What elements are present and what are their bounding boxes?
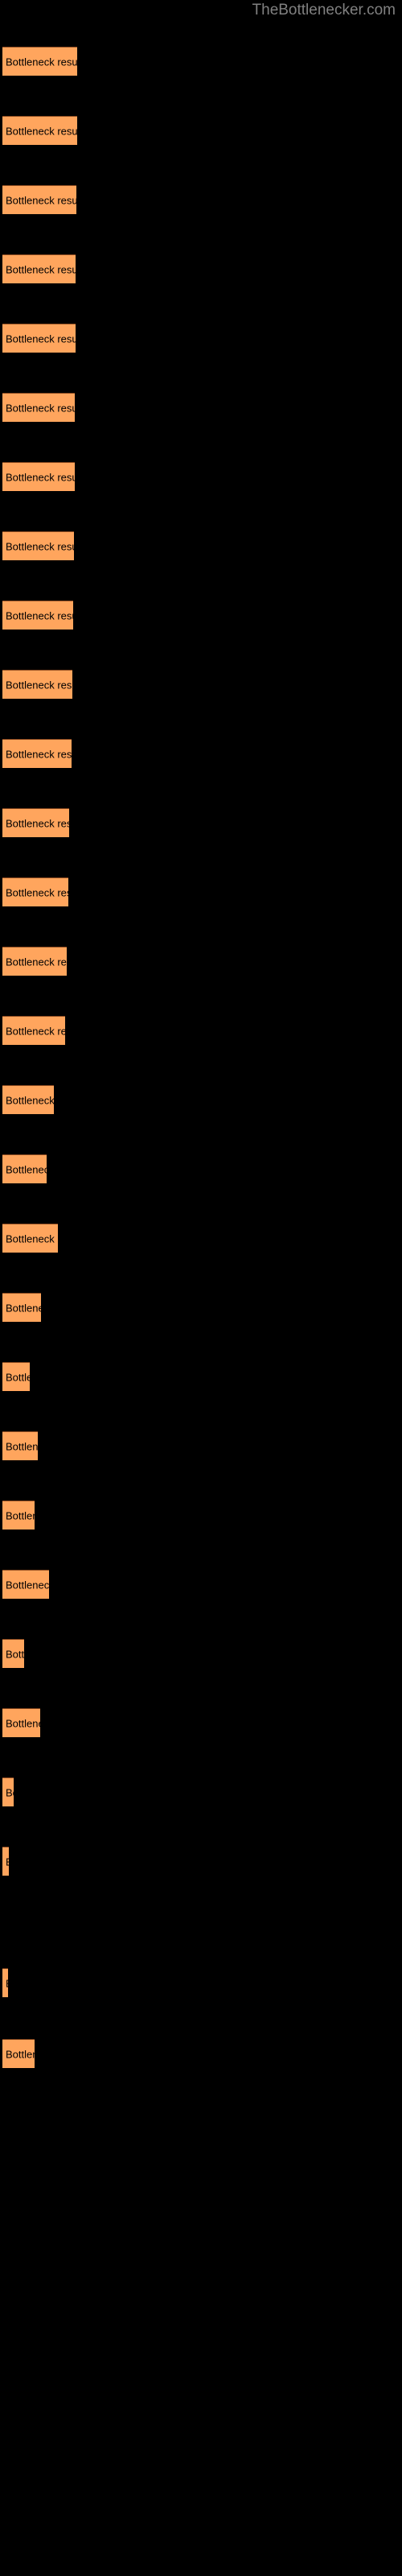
bar-item[interactable]: Bottleneck result: [2, 670, 72, 699]
bar-item[interactable]: Bottleneck result: [2, 324, 76, 353]
bar-label: Bottleneck result: [6, 1163, 47, 1175]
bar-label: Bottleneck result: [6, 679, 72, 691]
bar-label: Bottleneck result: [6, 817, 69, 829]
bar-label: Bottleneck result: [6, 748, 72, 760]
bar-label: Bottleneck result: [6, 1856, 9, 1868]
bar-label: Bottleneck result: [6, 471, 75, 483]
bar-label: Bottleneck result: [6, 402, 75, 414]
bar-item[interactable]: Bottleneck result: [2, 1293, 41, 1322]
bar-label: Bottleneck result: [6, 1371, 30, 1383]
bar-item[interactable]: Bottleneck result: [2, 739, 72, 768]
bar-item[interactable]: Bottleneck result: [2, 393, 75, 422]
bar-label: Bottleneck result: [6, 1232, 58, 1245]
bar-label: Bottleneck result: [6, 263, 76, 275]
bar-item[interactable]: Bottleneck result: [2, 601, 73, 630]
bar-label: Bottleneck result: [6, 1786, 14, 1798]
bar-label: Bottleneck result: [6, 2048, 35, 2060]
bar-item[interactable]: Bottleneck result: [2, 531, 74, 560]
bar-item[interactable]: Bottleneck result: [2, 1431, 38, 1460]
bar-label: Bottleneck result: [6, 1509, 35, 1521]
bar-label: Bottleneck result: [6, 1648, 24, 1660]
bar-label: Bottleneck result: [6, 194, 76, 206]
bar-item[interactable]: Bottleneck result: [2, 1847, 9, 1876]
bar-label: Bottleneck result: [6, 1302, 41, 1314]
bar-item[interactable]: Bottleneck result: [2, 1016, 65, 1045]
bar-label: Bottleneck result: [6, 956, 67, 968]
bar-item[interactable]: Bottleneck result: [2, 1708, 40, 1737]
bar-label: Bottleneck result: [6, 56, 77, 68]
bar-label: Bottleneck result: [6, 125, 77, 137]
bar-item[interactable]: Bottleneck result: [2, 185, 76, 214]
bar-label: Bottleneck result: [6, 540, 74, 552]
bar-item[interactable]: Bottleneck result: [2, 254, 76, 283]
bottleneck-chart: TheBottlenecker.com Bottleneck result Bot…: [0, 0, 402, 2576]
bar-label: Bottleneck result: [6, 1579, 49, 1591]
bar-item[interactable]: Bottleneck result: [2, 1639, 24, 1668]
bar-item[interactable]: Bottleneck result: [2, 2039, 35, 2068]
bar-item[interactable]: Bottleneck result: [2, 1777, 14, 1806]
bar-label: Bottleneck result: [6, 1717, 40, 1729]
bar-item[interactable]: Bottleneck result: [2, 1570, 49, 1599]
bar-item[interactable]: Bottleneck result: [2, 47, 77, 76]
bar-list: Bottleneck result Bottleneck result Bottle…: [0, 0, 402, 2576]
bar-item[interactable]: Bottleneck result: [2, 1085, 54, 1114]
bar-item[interactable]: Bottleneck result: [2, 1968, 8, 1997]
bar-item[interactable]: Bottleneck result: [2, 462, 75, 491]
bar-item[interactable]: Bottleneck result: [2, 1224, 58, 1253]
bar-item[interactable]: Bottleneck result: [2, 877, 68, 906]
bar-item[interactable]: Bottleneck result: [2, 1501, 35, 1530]
bar-label: Bottleneck result: [6, 886, 68, 898]
bar-item[interactable]: Bottleneck result: [2, 808, 69, 837]
bar-item[interactable]: Bottleneck result: [2, 1362, 30, 1391]
bar-label: Bottleneck result: [6, 1440, 38, 1452]
bar-label: Bottleneck result: [6, 609, 73, 621]
bar-label: Bottleneck result: [6, 1977, 8, 1989]
bar-label: Bottleneck result: [6, 1094, 54, 1106]
bar-label: Bottleneck result: [6, 332, 76, 345]
bar-item[interactable]: Bottleneck result: [2, 116, 77, 145]
bar-item[interactable]: Bottleneck result: [2, 1154, 47, 1183]
bar-label: Bottleneck result: [6, 1025, 65, 1037]
bar-item[interactable]: Bottleneck result: [2, 947, 67, 976]
